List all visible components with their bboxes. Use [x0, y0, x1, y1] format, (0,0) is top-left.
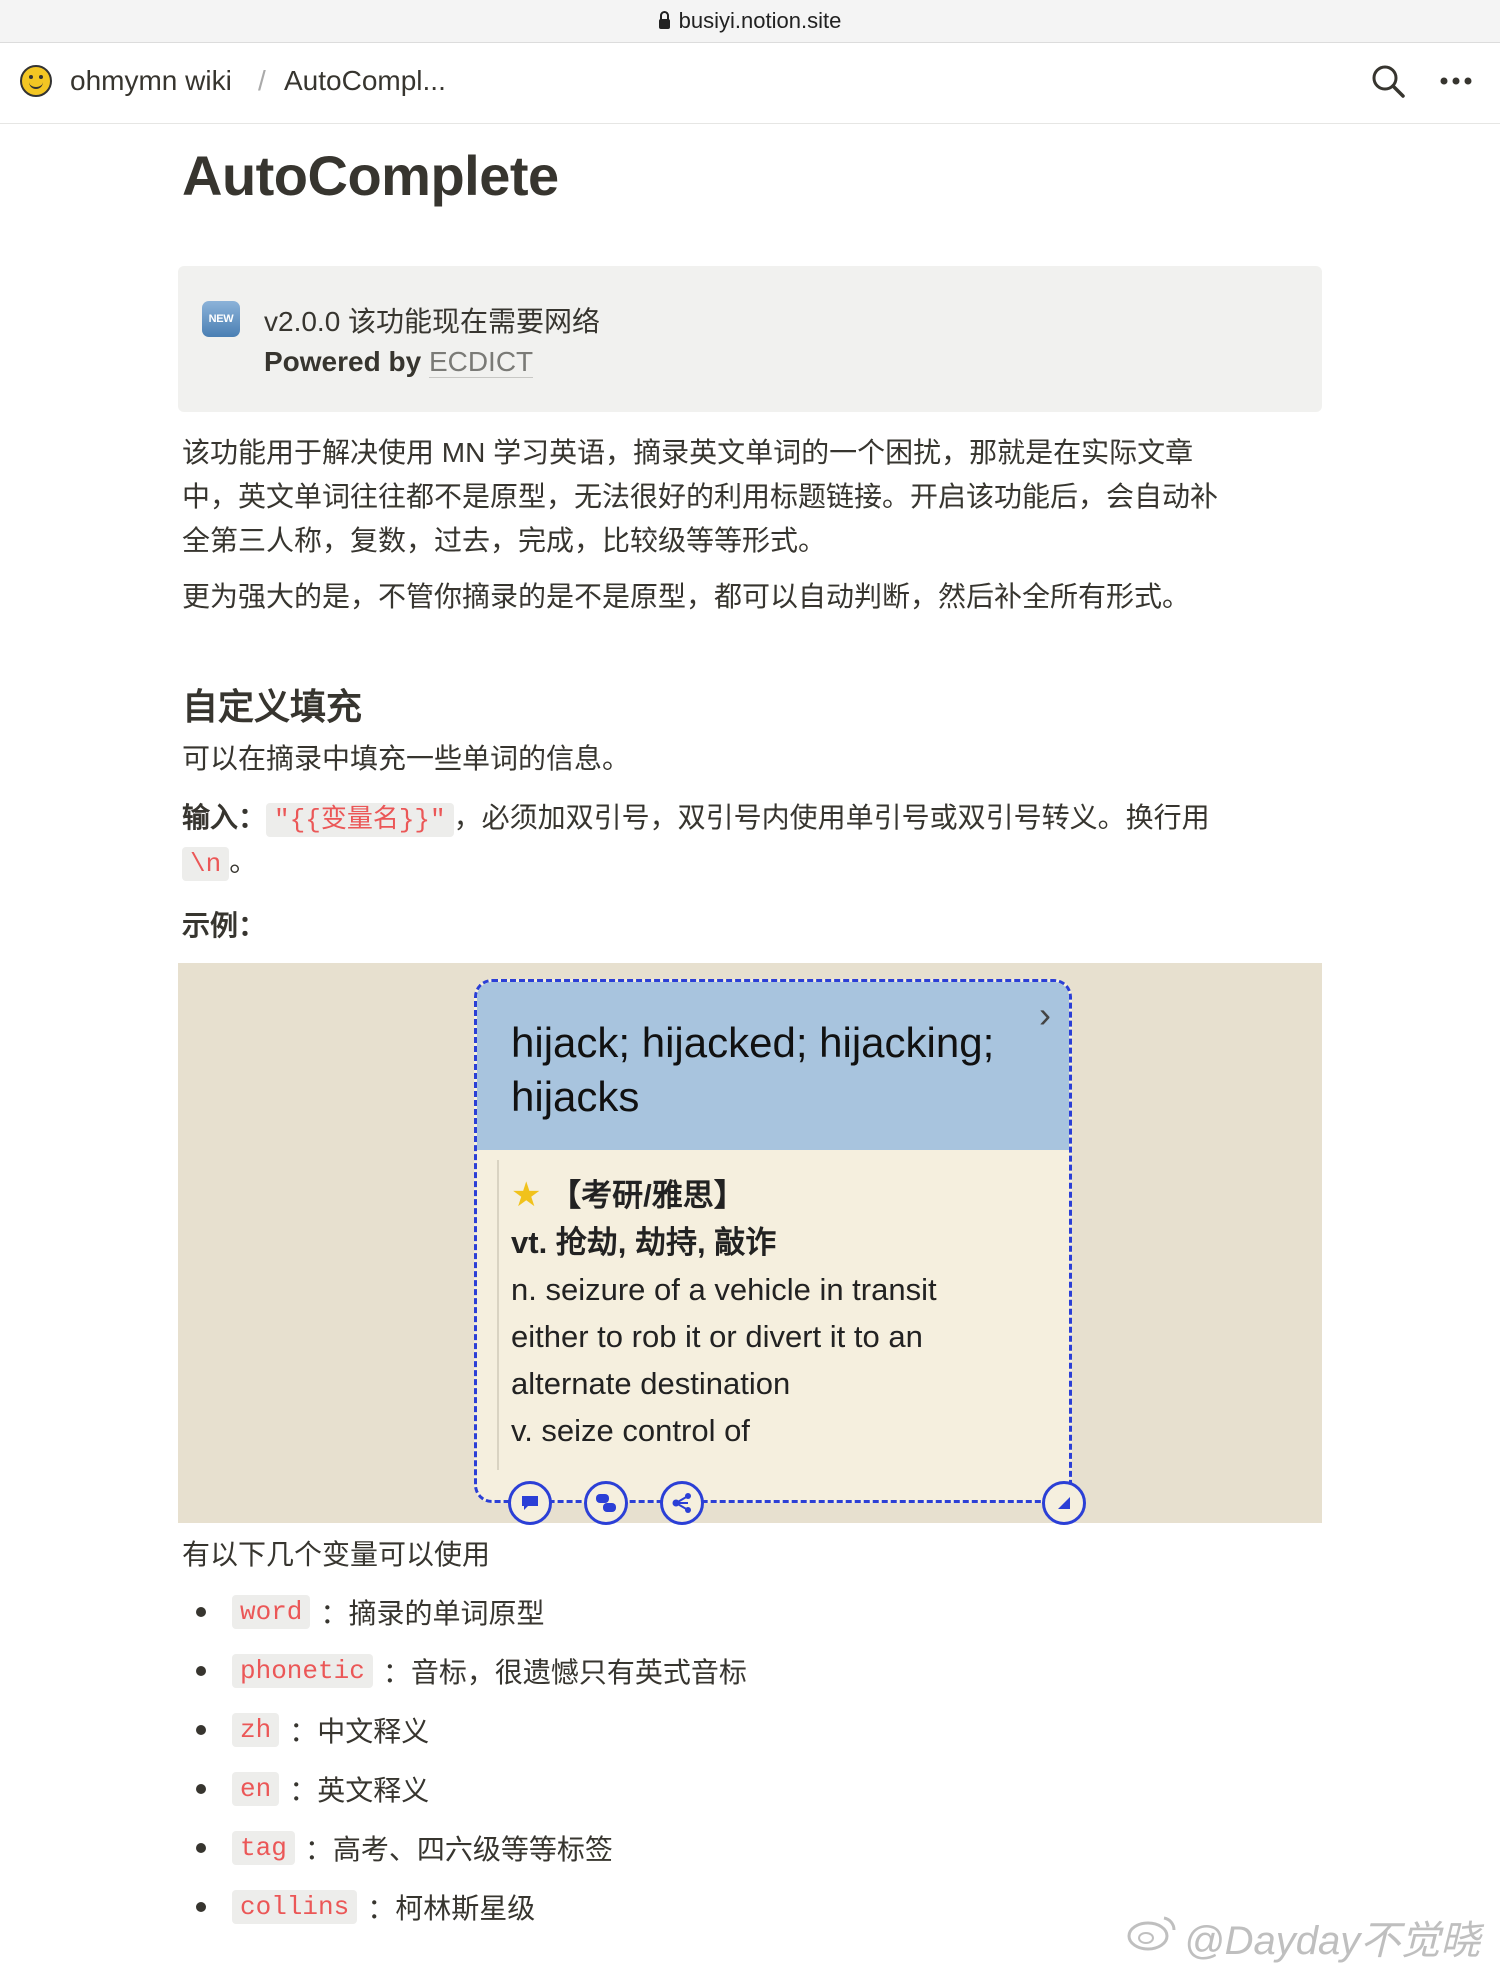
list-item: zh：中文释义: [182, 1705, 429, 1755]
bullet-icon: [196, 1607, 206, 1617]
notion-topbar: ohmymn wiki / AutoCompl...: [0, 43, 1500, 124]
intro-paragraph: 该功能用于解决使用 MN 学习英语，摘录英文单词的一个困扰，那就是在实际文章 中…: [182, 437, 1219, 556]
example-image: hijack; hijacked; hijacking; hijacks › ★…: [178, 963, 1322, 1525]
chevron-right-icon: ›: [1039, 994, 1051, 1035]
card-rule: [497, 1160, 499, 1470]
more-options-icon[interactable]: [1436, 63, 1476, 99]
inline-code-newline: \n: [182, 847, 230, 881]
watermark: @Dayday不觉晓: [1184, 1919, 1481, 1963]
variables-intro: 有以下几个变量可以使用: [182, 1539, 491, 1570]
callout-block: NEW v2.0.0 该功能现在需要网络 Powered by ECDICT: [178, 266, 1322, 412]
callout-powered-by: Powered by ECDICT: [264, 346, 534, 378]
merge-icon: [584, 1481, 628, 1525]
share-icon: [660, 1481, 704, 1525]
example-label: 示例：: [182, 910, 267, 941]
example-card: hijack; hijacked; hijacking; hijacks › ★…: [474, 979, 1072, 1503]
star-icon: ★: [511, 1176, 542, 1214]
comment-icon: [508, 1481, 552, 1525]
breadcrumb-page[interactable]: AutoCompl...: [284, 65, 446, 97]
bullet-icon: [196, 1725, 206, 1735]
section-description: 可以在摘录中填充一些单词的信息。: [182, 743, 631, 774]
page-title: AutoComplete: [182, 144, 559, 207]
bullet-icon: [196, 1902, 206, 1912]
lock-icon: [658, 11, 670, 29]
workspace-smiley-icon[interactable]: [20, 65, 52, 97]
list-item: word：摘录的单词原型: [182, 1587, 544, 1637]
card-body: ★ 【考研/雅思】 vt. 抢劫, 劫持, 敲诈 n. seizure of a…: [511, 1176, 937, 1448]
bullet-icon: [196, 1843, 206, 1853]
ecdict-link[interactable]: ECDICT: [428, 346, 534, 378]
browser-url-bar[interactable]: busiyi.notion.site: [0, 0, 1500, 43]
breadcrumb-separator: /: [258, 65, 266, 96]
bullet-icon: [196, 1784, 206, 1794]
bullet-icon: [196, 1666, 206, 1676]
card-header: hijack; hijacked; hijacking; hijacks ›: [477, 982, 1069, 1150]
inline-code-variable: "{{变量名}}": [266, 803, 454, 837]
weibo-logo-icon: [1127, 1916, 1176, 1951]
section-heading: 自定义填充: [182, 686, 363, 727]
new-badge-icon: NEW: [202, 301, 240, 337]
resize-icon: [1042, 1481, 1086, 1525]
intro-paragraph-2: 更为强大的是，不管你摘录的是不是原型，都可以自动判断，然后补全所有形式。: [182, 581, 1191, 612]
list-item: phonetic：音标，很遗憾只有英式音标: [182, 1646, 747, 1696]
search-icon[interactable]: [1370, 63, 1406, 99]
list-item: tag：高考、四六级等等标签: [182, 1823, 613, 1873]
list-item: collins：柯林斯星级: [182, 1882, 535, 1932]
breadcrumb-workspace[interactable]: ohmymn wiki: [70, 65, 232, 97]
card-title: hijack; hijacked; hijacking; hijacks: [511, 1019, 995, 1120]
callout-version-text: v2.0.0 该功能现在需要网络: [264, 306, 601, 337]
list-item: en：英文释义: [182, 1764, 429, 1814]
input-instruction: 输入： "{{变量名}}" ，必须加双引号，双引号内使用单引号或双引号转义。换行用 …: [182, 802, 1210, 881]
url-text: busiyi.notion.site: [678, 8, 842, 33]
